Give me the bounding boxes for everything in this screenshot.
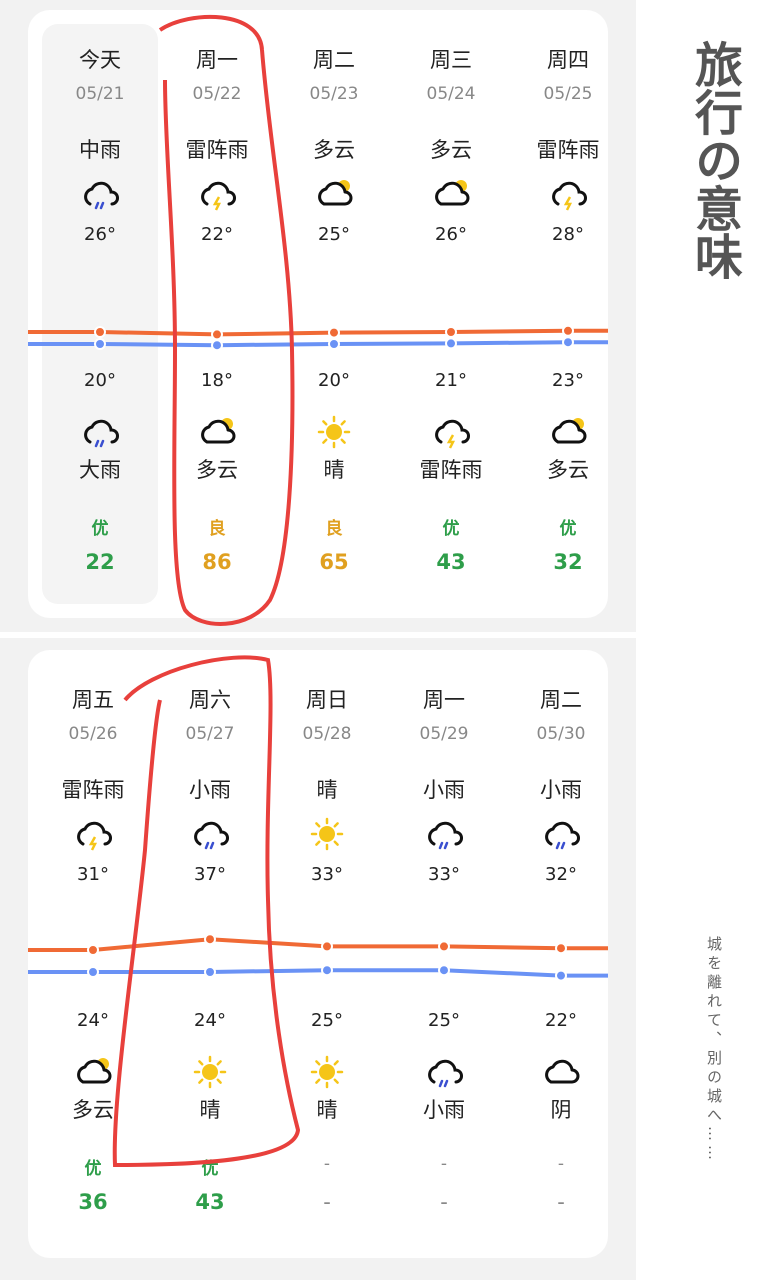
high-temp-point <box>321 940 333 953</box>
high-temp-point <box>328 326 340 339</box>
low-temp-line <box>28 340 608 348</box>
forecast-card-2: 周五 05/26 雷阵雨 31° 24° 多云优 36 周六 05/27 小雨 37° 24° 晴优 43… <box>28 650 608 1258</box>
handwritten-title: 旅行の意味 <box>686 40 742 280</box>
low-temp-point <box>562 336 574 349</box>
low-temp-point <box>211 339 223 352</box>
temperature-curve <box>28 933 608 982</box>
low-temp-point <box>94 338 106 350</box>
high-temp-point <box>211 328 223 341</box>
handwritten-subtitle: 城を離れて、別の城へ…… <box>705 936 723 1164</box>
high-temp-point <box>562 324 574 337</box>
low-temp-point <box>328 338 340 350</box>
high-temp-point <box>445 326 457 338</box>
high-temp-point <box>94 326 106 338</box>
low-temp-point <box>445 337 457 350</box>
low-temp-line <box>28 968 608 978</box>
forecast-card-1: 今天 05/21 中雨 26° 20° 大雨优 22 周一 05/22 雷阵雨 22° 18° 多云良 8… <box>28 10 608 618</box>
low-temp-point <box>321 964 333 977</box>
low-temp-point <box>87 966 99 978</box>
low-temp-point <box>204 966 216 978</box>
high-temp-point <box>555 942 567 955</box>
high-temp-point <box>204 933 216 946</box>
low-temp-point <box>555 969 567 982</box>
high-temp-point <box>87 944 99 956</box>
low-temp-point <box>438 964 450 977</box>
high-temp-line <box>28 328 608 337</box>
high-temp-point <box>438 940 450 953</box>
high-temp-line <box>28 937 608 952</box>
temperature-curve <box>28 324 608 352</box>
